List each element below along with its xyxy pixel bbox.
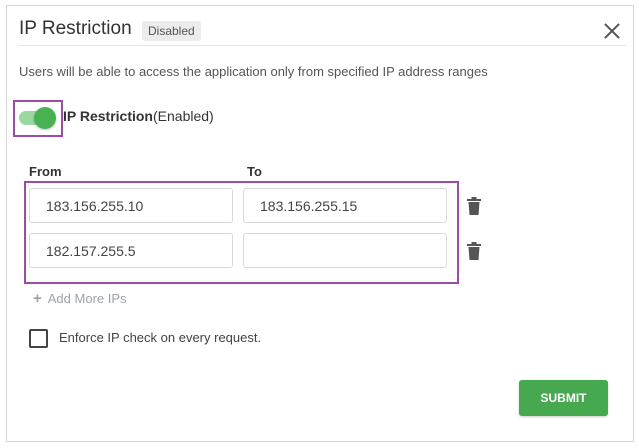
toggle-state-text: (Enabled) [153,108,214,124]
submit-button[interactable]: SUBMIT [519,380,608,416]
from-column-header: From [29,164,62,179]
from-ip-input-1[interactable] [29,188,233,223]
toggle-label: IP Restriction(Enabled) [63,108,214,124]
status-badge: Disabled [142,21,201,41]
trash-icon[interactable] [467,242,481,260]
toggle-knob[interactable] [34,107,56,129]
enforce-ip-checkbox[interactable] [29,329,48,348]
dialog-header: IP Restriction Disabled [7,6,633,52]
ip-restriction-dialog: IP Restriction Disabled Users will be ab… [6,5,634,442]
trash-icon[interactable] [467,197,481,215]
to-ip-input-2[interactable] [243,233,447,268]
dialog-title: IP Restriction [19,18,132,39]
add-more-ips-link[interactable]: + Add More IPs [33,290,127,307]
dialog-description: Users will be able to access the applica… [19,64,488,79]
from-ip-input-2[interactable] [29,233,233,268]
plus-icon: + [33,290,42,307]
to-column-header: To [247,164,262,179]
header-divider [19,45,627,46]
add-more-label: Add More IPs [47,291,127,306]
close-icon[interactable] [601,20,623,42]
to-ip-input-1[interactable] [243,188,447,223]
enforce-ip-label: Enforce IP check on every request. [59,330,262,345]
toggle-label-text: IP Restriction [63,108,153,124]
